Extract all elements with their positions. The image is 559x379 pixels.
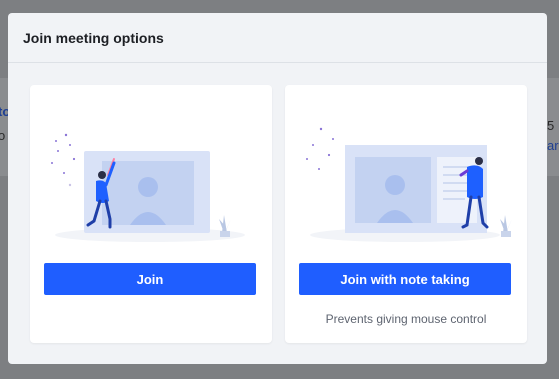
person-taking-notes-illustration [306,127,512,242]
background-text-fragment: o [0,128,6,143]
join-button[interactable]: Join [44,263,256,295]
background-text-fragment: ar [547,138,559,153]
dialog-title: Join meeting options [23,29,164,46]
background-text-fragment: 5 [547,118,555,133]
join-option-card: Join [30,85,272,343]
person-waving-illustration [51,133,245,242]
dialog-header: Join meeting options [8,13,547,63]
note-taking-description: Prevents giving mouse control [325,312,487,326]
join-with-note-taking-card: Join with note taking Prevents giving mo… [285,85,527,343]
join-with-note-taking-button[interactable]: Join with note taking [299,263,511,295]
join-options-dialog: Join meeting options Join Join with note… [8,13,547,364]
